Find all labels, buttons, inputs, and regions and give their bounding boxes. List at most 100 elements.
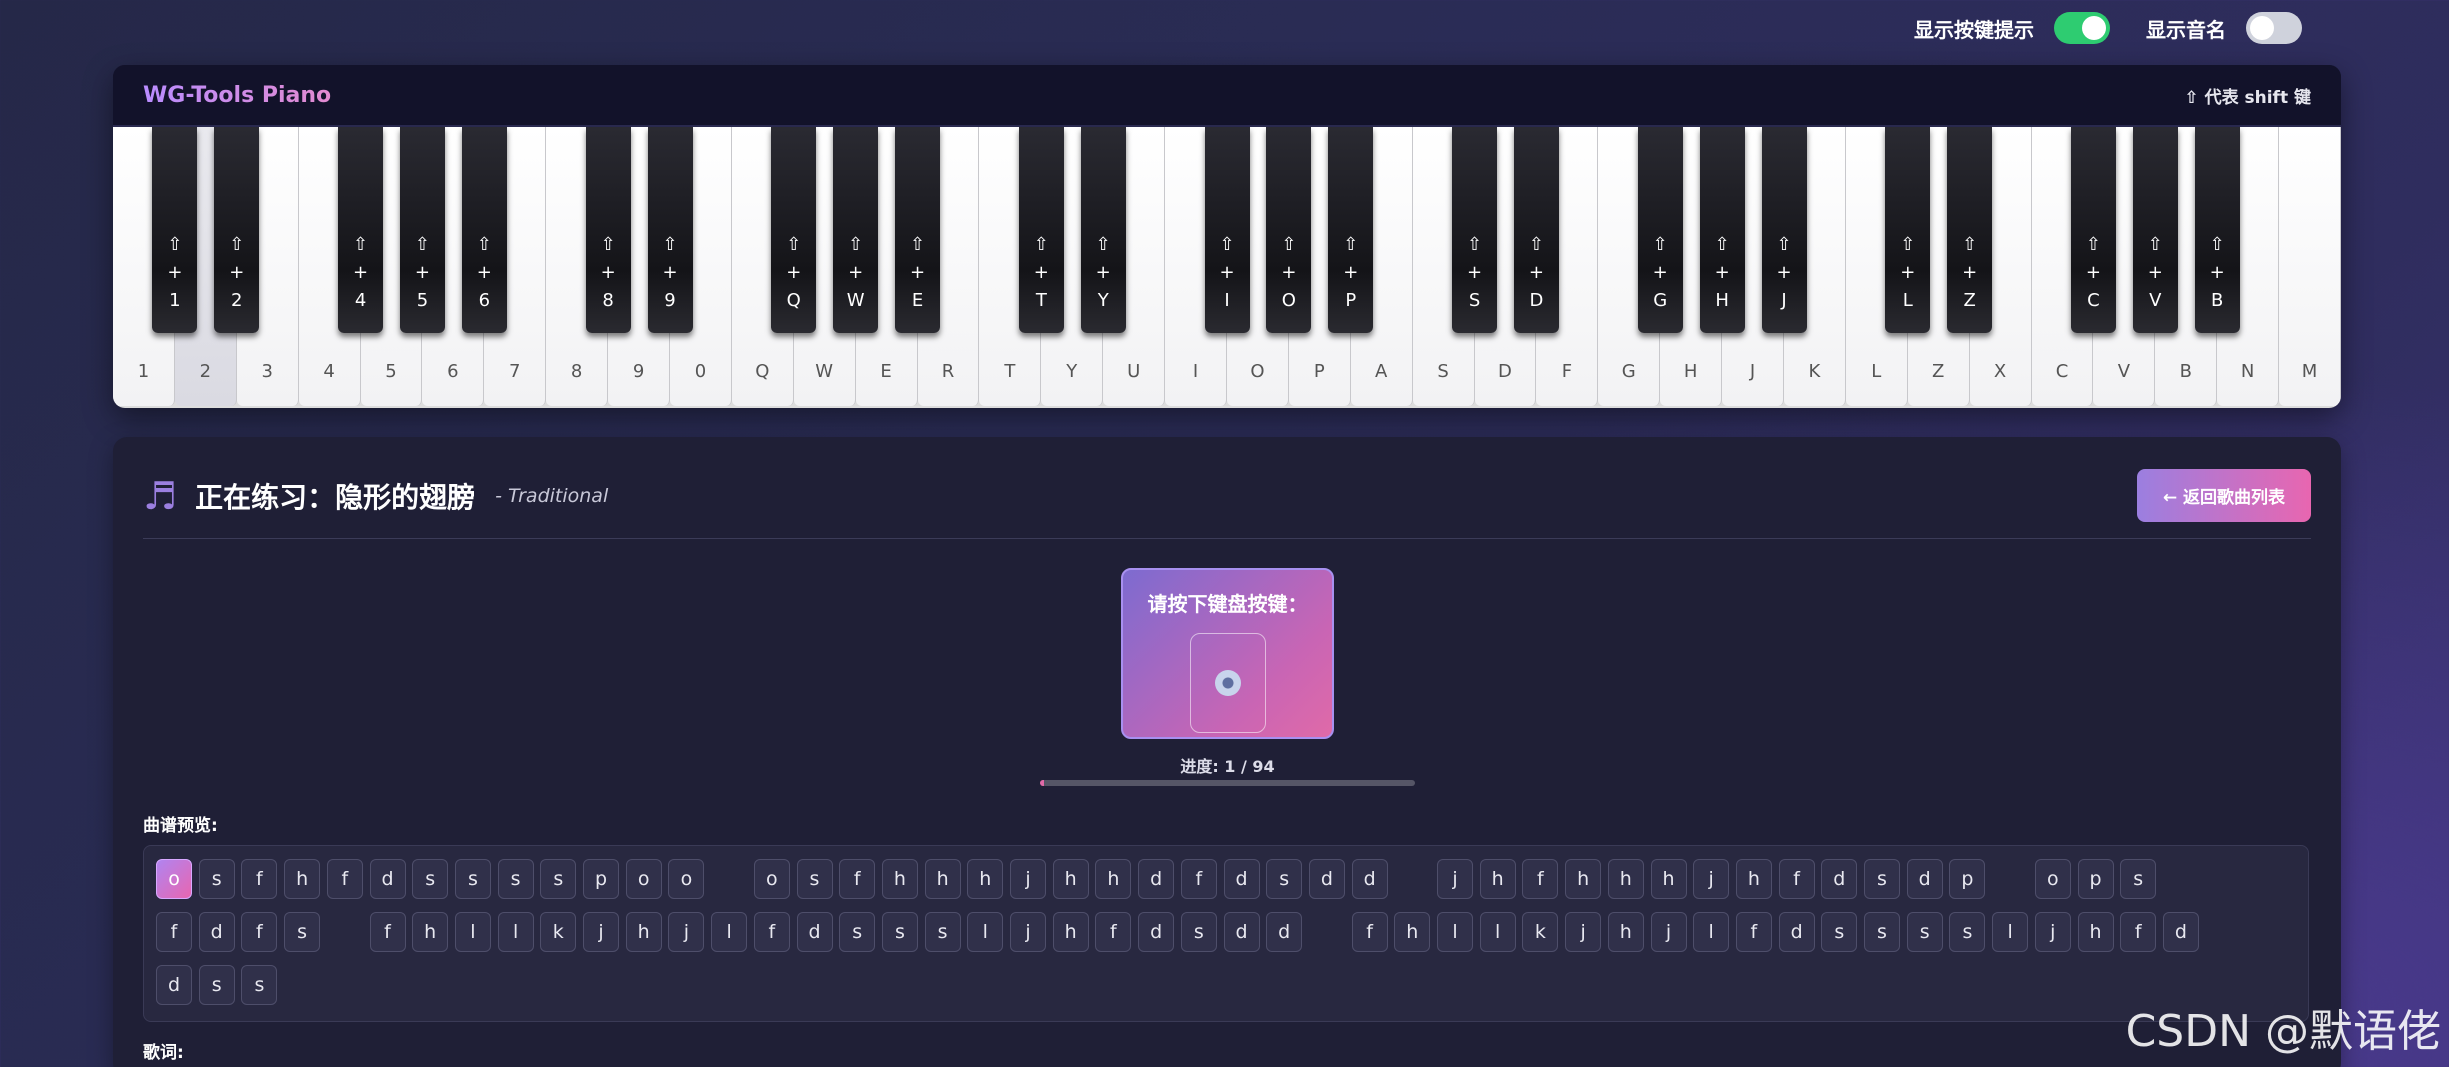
score-preview: osfhfdsssspooosfhhhjhhdfdsddjhfhhhjhfdsd… [143,845,2309,1022]
shift-icon: ⇧ [2209,234,2225,255]
score-note: l [711,912,748,952]
score-note: l [1693,912,1730,952]
black-key-shift-8[interactable]: ⇧ +8 [585,127,631,333]
song-artist: - Traditional [495,484,609,507]
score-note: h [1565,859,1602,899]
black-key-shift-l[interactable]: ⇧ + L [1885,127,1931,333]
score-note: s [1266,859,1303,899]
black-key-label: S [1468,290,1481,311]
score-note: h [1735,859,1772,899]
black-key-shift-y[interactable]: ⇧ + Y [1080,127,1126,333]
plus-sign: + [1343,262,1359,283]
black-key-shift-s[interactable]: ⇧ + S [1452,127,1498,333]
score-note: h [967,859,1004,899]
score-note: d [1821,859,1858,899]
shift-icon: ⇧ [1467,234,1483,255]
score-note: l [1479,912,1516,952]
black-key-shift-w[interactable]: ⇧ + W [833,127,879,333]
black-key-shift-t[interactable]: ⇧ + T [1018,127,1064,333]
piano: WG-Tools Piano ⇧ 代表 shift 键 1234567890QW… [113,65,2341,408]
black-key-shift-z[interactable]: ⇧ + Z [1947,127,1993,333]
score-note: h [1052,859,1089,899]
switch-knob [2250,16,2274,40]
plus-sign: + [1714,262,1730,283]
black-key-shift-j[interactable]: ⇧ + J [1761,127,1807,333]
shift-icon: ⇧ [1962,234,1978,255]
score-note: d [156,965,192,1005]
score-note: f [1351,912,1388,952]
black-key-shift-h[interactable]: ⇧ + H [1699,127,1745,333]
black-key-shift-9[interactable]: ⇧ +9 [647,127,693,333]
score-note: f [369,912,406,952]
lyrics-label: 歌词: [143,1043,184,1063]
black-key-shift-p[interactable]: ⇧ + P [1328,127,1374,333]
white-key-m[interactable]: M [2279,127,2341,406]
score-note: s [839,912,876,952]
score-note: j [1010,912,1046,952]
key-hint-switch[interactable] [2054,12,2110,44]
score-note: s [198,965,235,1005]
watermark: CSDN @默语佬 [2125,1006,2441,1057]
score-note: k [540,912,577,952]
progress-text: 进度: 1 / 94 [1180,757,1275,776]
current-key-indicator-icon [1214,670,1241,696]
shift-icon: ⇧ [476,234,492,255]
black-key-label: E [911,290,924,311]
black-key-label: Q [786,290,801,311]
black-key-shift-i[interactable]: ⇧ + I [1204,127,1250,333]
score-note: s [497,859,534,899]
score-note: o [753,859,790,899]
black-key-label: 2 [231,290,243,311]
shift-icon: ⇧ [786,234,802,255]
score-note: j [1010,859,1046,899]
score-note: k [1522,912,1559,952]
plus-sign: + [2085,262,2101,283]
score-note: d [369,859,406,899]
key-hint-toggle-group: 显示按键提示 [1914,12,2110,44]
black-key-shift-o[interactable]: ⇧ + O [1266,127,1312,333]
shift-icon: ⇧ [414,234,430,255]
black-key-label: 6 [478,290,491,311]
black-key-shift-g[interactable]: ⇧ + G [1637,127,1683,333]
black-key-label: I [1224,290,1230,311]
black-key-shift-1[interactable]: ⇧ +1 [152,127,198,333]
note-name-switch[interactable] [2246,12,2302,44]
shift-icon: ⇧ [1095,234,1111,255]
note-name-label: 显示音名 [2146,17,2226,42]
plus-sign: + [848,262,864,283]
black-key-shift-5[interactable]: ⇧ +5 [399,127,445,333]
score-note: s [881,912,918,952]
black-key-shift-q[interactable]: ⇧ + Q [771,127,817,333]
score-note: s [284,912,321,952]
black-key-shift-6[interactable]: ⇧ +6 [461,127,507,333]
score-note: l [497,912,534,952]
black-key-shift-b[interactable]: ⇧ + B [2194,127,2240,333]
back-to-song-list-button[interactable]: ← 返回歌曲列表 [2136,469,2311,522]
score-note: d [1223,859,1260,899]
black-key-shift-4[interactable]: ⇧ +4 [338,127,384,333]
black-key-shift-d[interactable]: ⇧ + D [1513,127,1559,333]
plus-sign: + [1962,262,1978,283]
black-key-label: Y [1097,290,1109,311]
black-key-label: T [1035,290,1047,311]
shift-icon: ⇧ [662,234,678,255]
plus-sign: + [167,262,183,283]
black-key-label: P [1345,290,1357,311]
shift-icon: ⇧ [1281,234,1297,255]
score-note: f [2120,912,2157,952]
black-key-label: V [2149,290,2162,311]
black-key-label: D [1529,290,1544,311]
black-key-shift-v[interactable]: ⇧ + V [2132,127,2178,333]
piano-title: WG-Tools Piano [143,82,332,108]
black-key-label: L [1902,290,1913,311]
black-key-shift-e[interactable]: ⇧ + E [895,127,941,333]
black-key-shift-2[interactable]: ⇧ +2 [214,127,260,333]
score-note: s [924,912,961,952]
score-note: d [1138,912,1175,952]
music-note-icon: ♬ [143,473,178,518]
progress-fill [1040,780,1044,786]
black-key-shift-c[interactable]: ⇧ + C [2070,127,2116,333]
score-note: h [284,859,321,899]
prompt-text: 请按下键盘按键： [1147,592,1308,616]
current-note: o [156,859,192,899]
